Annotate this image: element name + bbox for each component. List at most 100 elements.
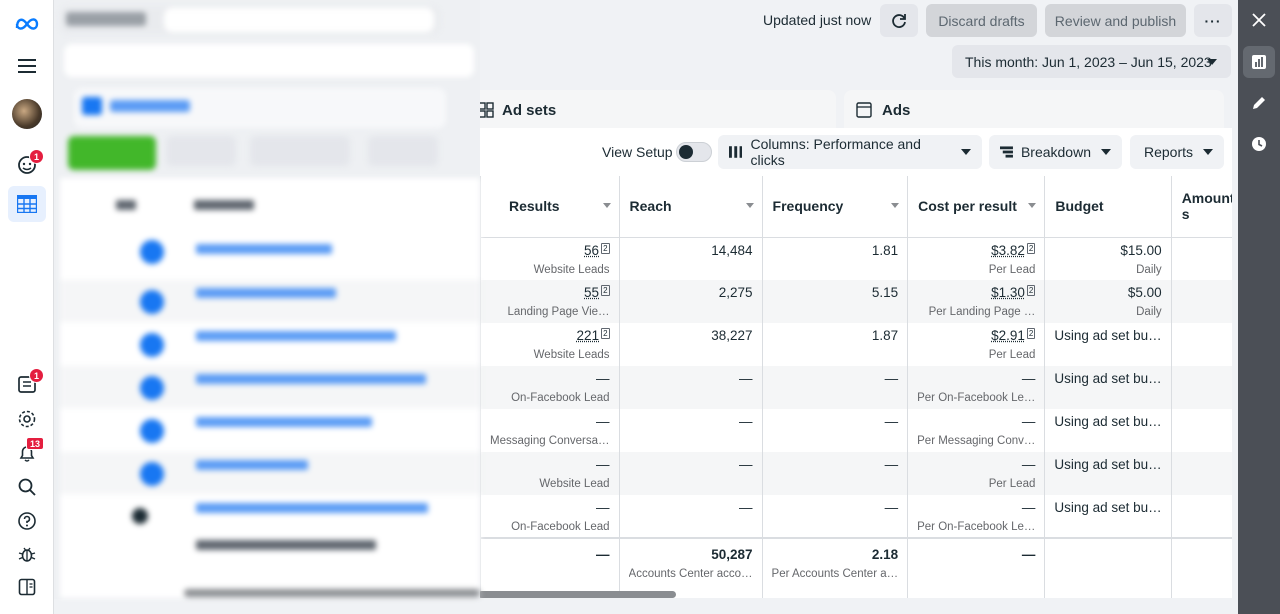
frequency-cell: 5.15 <box>762 280 909 323</box>
side-panel-toggle[interactable] <box>8 569 46 605</box>
frequency-cell: — <box>762 452 909 495</box>
budget-cell: Using ad set bu… <box>1044 366 1172 409</box>
sort-icon <box>602 203 611 208</box>
table-row[interactable]: — Messaging Conversa… — — — Per Messaging Con… <box>480 409 1232 452</box>
view-setup-toggle[interactable] <box>676 142 712 162</box>
table-row[interactable]: 56 2 Website Leads 14,484 1.81 $3.82 2 Per Lead… <box>480 237 1232 280</box>
settings-button[interactable] <box>8 401 46 437</box>
results-cell: — On-Facebook Lead <box>480 366 620 409</box>
results-cell: — On-Facebook Lead <box>480 495 620 538</box>
history-panel-button[interactable] <box>1243 128 1275 160</box>
alerts-badge: 13 <box>25 437 44 450</box>
review-publish-button[interactable]: Review and publish <box>1045 4 1186 37</box>
reach-cell: — <box>619 409 763 452</box>
budget-cell: $15.00 Daily <box>1044 237 1172 280</box>
clock-icon <box>1252 137 1266 151</box>
frequency-cell: — <box>762 366 909 409</box>
frequency-cell: 1.87 <box>762 323 909 366</box>
reach-cell: — <box>619 452 763 495</box>
meta-logo-icon[interactable] <box>8 6 46 42</box>
right-tool-panel <box>1238 0 1280 614</box>
column-header-budget[interactable]: Budget <box>1044 176 1172 238</box>
refresh-button[interactable] <box>880 4 918 37</box>
chevron-down-icon <box>1203 149 1214 155</box>
tab-ads[interactable]: Ads <box>844 90 1224 130</box>
reports-label: Reports <box>1144 144 1194 160</box>
cost-per-result-cell: — Per On-Facebook Le… <box>907 495 1046 538</box>
updated-status: Updated just now <box>763 12 872 28</box>
close-panel-button[interactable] <box>1243 4 1275 36</box>
amount-spent-cell <box>1171 409 1232 452</box>
reach-cell: 38,227 <box>619 323 763 366</box>
campaign-table-card: View Setup Columns: Performance and clic… <box>480 128 1232 598</box>
total-amount-cell <box>1171 537 1232 598</box>
reports-button[interactable]: 1 <box>8 366 46 402</box>
budget-cell: Using ad set bu… <box>1044 452 1172 495</box>
budget-cell: Using ad set bu… <box>1044 495 1172 538</box>
edit-panel-button[interactable] <box>1243 87 1275 119</box>
reports-badge: 1 <box>29 368 44 383</box>
date-range-picker[interactable]: This month: Jun 1, 2023 – Jun 15, 2023 <box>952 45 1231 78</box>
amount-spent-cell <box>1171 323 1232 366</box>
column-header-amount-spent[interactable]: Amount s <box>1171 176 1232 238</box>
columns-label: Columns: Performance and clicks <box>750 136 921 168</box>
view-setup-label: View Setup <box>602 144 673 160</box>
ad-sets-icon <box>478 102 494 118</box>
account-avatar[interactable] <box>8 96 46 132</box>
bug-report-button[interactable] <box>8 536 46 572</box>
results-cell: — Website Lead <box>480 452 620 495</box>
tab-ad-sets[interactable]: Ad sets <box>470 90 836 130</box>
table-row[interactable]: 55 2 Landing Page Vie… 2,275 5.15 $1.30 2 Per L… <box>480 280 1232 323</box>
amount-spent-cell <box>1171 495 1232 538</box>
menu-icon[interactable] <box>8 48 46 84</box>
cost-per-result-cell: $2.91 2 Per Lead <box>907 323 1046 366</box>
campaign-table: Results Reach Frequency Cost per result … <box>480 176 1232 598</box>
result-info-icon: 2 <box>1026 285 1036 296</box>
amount-spent-cell <box>1171 366 1232 409</box>
reach-cell: 14,484 <box>619 237 763 280</box>
close-icon <box>1252 13 1266 27</box>
charts-panel-button[interactable] <box>1243 46 1275 78</box>
cost-per-result-cell: — Per On-Facebook Le… <box>907 366 1046 409</box>
column-header-frequency[interactable]: Frequency <box>762 176 909 238</box>
gear-icon <box>18 410 36 428</box>
notifications-button[interactable]: 1 <box>8 147 46 183</box>
column-header-cost-per-result[interactable]: Cost per result <box>907 176 1046 238</box>
column-header-results[interactable]: Results <box>480 176 620 238</box>
table-toolbar: View Setup Columns: Performance and clic… <box>480 128 1232 176</box>
result-info-icon: 2 <box>1026 328 1036 339</box>
discard-drafts-button[interactable]: Discard drafts <box>926 4 1037 37</box>
left-nav-rail: 1 1 13 <box>0 0 54 614</box>
total-cost-cell: — <box>907 537 1046 598</box>
budget-cell: $5.00 Daily <box>1044 280 1172 323</box>
amount-spent-cell <box>1171 280 1232 323</box>
date-range-label: This month: Jun 1, 2023 – Jun 15, 2023 <box>965 53 1212 70</box>
help-icon <box>18 512 36 530</box>
table-row[interactable]: — Website Lead — — — Per Lead Using ad set bu… <box>480 452 1232 495</box>
blurred-campaign-pane <box>54 0 480 599</box>
sort-icon <box>745 203 754 208</box>
column-header-reach[interactable]: Reach <box>619 176 763 238</box>
frequency-cell: — <box>762 495 909 538</box>
columns-dropdown[interactable]: Columns: Performance and clicks <box>718 135 982 169</box>
help-button[interactable] <box>8 503 46 539</box>
search-button[interactable] <box>8 469 46 505</box>
result-info-icon: 2 <box>1026 242 1036 254</box>
alerts-button[interactable]: 13 <box>8 435 46 471</box>
table-row[interactable]: — On-Facebook Lead — — — Per On-Facebook Le… U… <box>480 495 1232 538</box>
notifications-badge: 1 <box>29 149 44 164</box>
amount-spent-cell <box>1171 237 1232 280</box>
reports-dropdown[interactable]: Reports <box>1130 135 1224 169</box>
result-info-icon: 2 <box>601 242 610 254</box>
budget-cell: Using ad set bu… <box>1044 409 1172 452</box>
pencil-icon <box>1253 97 1265 109</box>
horizontal-scrollbar[interactable] <box>478 591 676 598</box>
breakdown-dropdown[interactable]: Breakdown <box>989 135 1122 169</box>
campaigns-table-button[interactable] <box>8 186 46 222</box>
cost-per-result-cell: $3.82 2 Per Lead <box>907 237 1046 280</box>
more-options-button[interactable]: ··· <box>1194 4 1232 37</box>
table-row[interactable]: 221 2 Website Leads 38,227 1.87 $2.91 2 Per Lea… <box>480 323 1232 366</box>
table-row[interactable]: — On-Facebook Lead — — — Per On-Facebook Le… U… <box>480 366 1232 409</box>
results-cell: 55 2 Landing Page Vie… <box>480 280 620 323</box>
cost-per-result-cell: — Per Lead <box>907 452 1046 495</box>
